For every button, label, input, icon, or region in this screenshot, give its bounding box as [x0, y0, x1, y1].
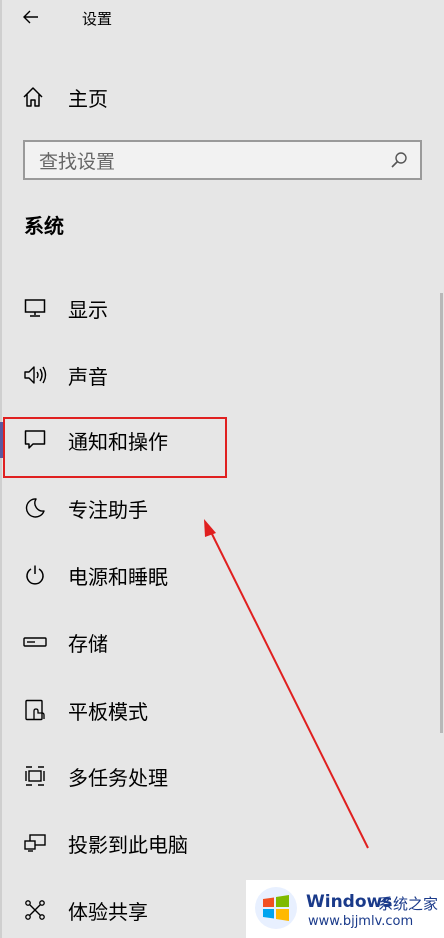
window-left-border [0, 0, 2, 938]
window-title: 设置 [82, 10, 113, 28]
notification-icon [22, 427, 48, 453]
multitask-icon [22, 763, 48, 789]
nav-item-storage[interactable]: 存储 [4, 616, 429, 668]
nav-item-label: 显示 [68, 297, 108, 322]
monitor-icon [22, 295, 48, 321]
nav-home-label: 主页 [68, 86, 108, 111]
back-button[interactable] [14, 2, 48, 32]
nav-item-tablet-mode[interactable]: 平板模式 [4, 684, 429, 736]
nav-item-label: 专注助手 [68, 497, 148, 522]
nav-item-label: 通知和操作 [68, 429, 168, 454]
nav-item-notifications[interactable]: 通知和操作 [4, 414, 429, 466]
watermark-url: www.bjjmlv.com [308, 914, 414, 929]
nav-item-label: 声音 [68, 364, 108, 389]
nav-item-label: 多任务处理 [68, 765, 168, 790]
nav-item-sound[interactable]: 声音 [4, 349, 429, 401]
scrollbar[interactable] [440, 293, 443, 733]
project-icon [22, 830, 48, 856]
windows-logo-icon [255, 887, 297, 929]
search-input[interactable]: 查找设置 [39, 147, 388, 174]
speaker-icon [22, 362, 48, 388]
nav-item-power-sleep[interactable]: 电源和睡眠 [4, 549, 429, 601]
nav-item-label: 体验共享 [68, 899, 148, 924]
storage-icon [22, 629, 48, 655]
home-icon [22, 85, 52, 109]
section-title: 系统 [24, 214, 64, 238]
watermark: Windows 系统之家 www.bjjmlv.com [246, 880, 444, 938]
moon-icon [22, 495, 48, 521]
nav-item-display[interactable]: 显示 [4, 282, 429, 334]
back-arrow-icon [23, 10, 38, 24]
tablet-icon [22, 697, 48, 723]
watermark-subtitle: 系统之家 [378, 895, 439, 913]
nav-item-label: 平板模式 [68, 699, 148, 724]
share-icon [22, 897, 48, 923]
search-icon[interactable] [388, 149, 410, 171]
nav-home[interactable]: 主页 [10, 78, 430, 116]
nav-item-multitasking[interactable]: 多任务处理 [4, 750, 429, 802]
nav-item-label: 投影到此电脑 [68, 832, 188, 857]
nav-item-focus-assist[interactable]: 专注助手 [4, 482, 429, 534]
nav-item-project-to-pc[interactable]: 投影到此电脑 [4, 817, 429, 869]
search-box[interactable]: 查找设置 [23, 140, 422, 180]
nav-item-label: 电源和睡眠 [68, 564, 168, 589]
title-bar: 设置 [0, 0, 444, 40]
nav-item-label: 存储 [68, 631, 108, 656]
power-icon [22, 562, 48, 588]
